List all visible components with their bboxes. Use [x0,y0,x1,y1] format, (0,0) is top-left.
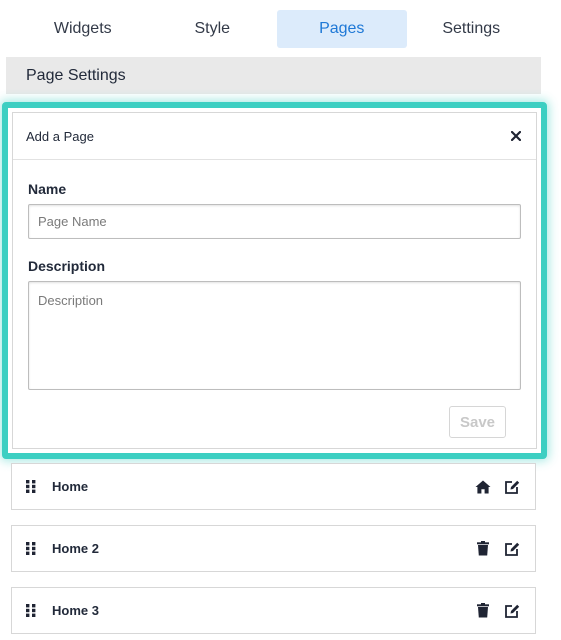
page-name-input[interactable] [28,204,521,239]
row-actions [463,540,521,558]
drag-handle-icon[interactable] [26,480,38,494]
page-name: Home 2 [52,541,99,556]
edit-icon[interactable] [503,602,521,620]
add-page-title: Add a Page [26,128,94,144]
add-page-header: Add a Page [13,113,536,160]
save-button[interactable]: Save [449,406,506,438]
close-icon[interactable] [508,128,524,144]
page-name: Home [52,479,89,494]
edit-icon[interactable] [503,478,521,496]
row-actions [463,602,521,620]
name-label: Name [28,181,67,197]
page-row-home-2: Home 2 [11,525,536,572]
tab-widgets[interactable]: Widgets [18,10,148,48]
page-row-home-3: Home 3 [11,587,536,634]
home-icon[interactable] [474,478,492,496]
trash-icon[interactable] [474,540,492,558]
edit-icon[interactable] [503,540,521,558]
page-row-home: Home [11,463,536,510]
description-input[interactable] [28,281,521,390]
tab-style[interactable]: Style [148,10,278,48]
add-page-panel: Add a Page Name Description Save [12,112,537,449]
tab-pages[interactable]: Pages [277,10,407,48]
page-settings-header: Page Settings [6,57,541,94]
trash-icon[interactable] [474,602,492,620]
drag-handle-icon[interactable] [26,604,38,618]
add-page-highlight: Add a Page Name Description Save [2,102,547,459]
tab-bar: Widgets Style Pages Settings [18,10,536,48]
drag-handle-icon[interactable] [26,542,38,556]
page-name: Home 3 [52,603,99,618]
description-label: Description [28,258,106,274]
tab-settings[interactable]: Settings [407,10,537,48]
row-actions [463,478,521,496]
